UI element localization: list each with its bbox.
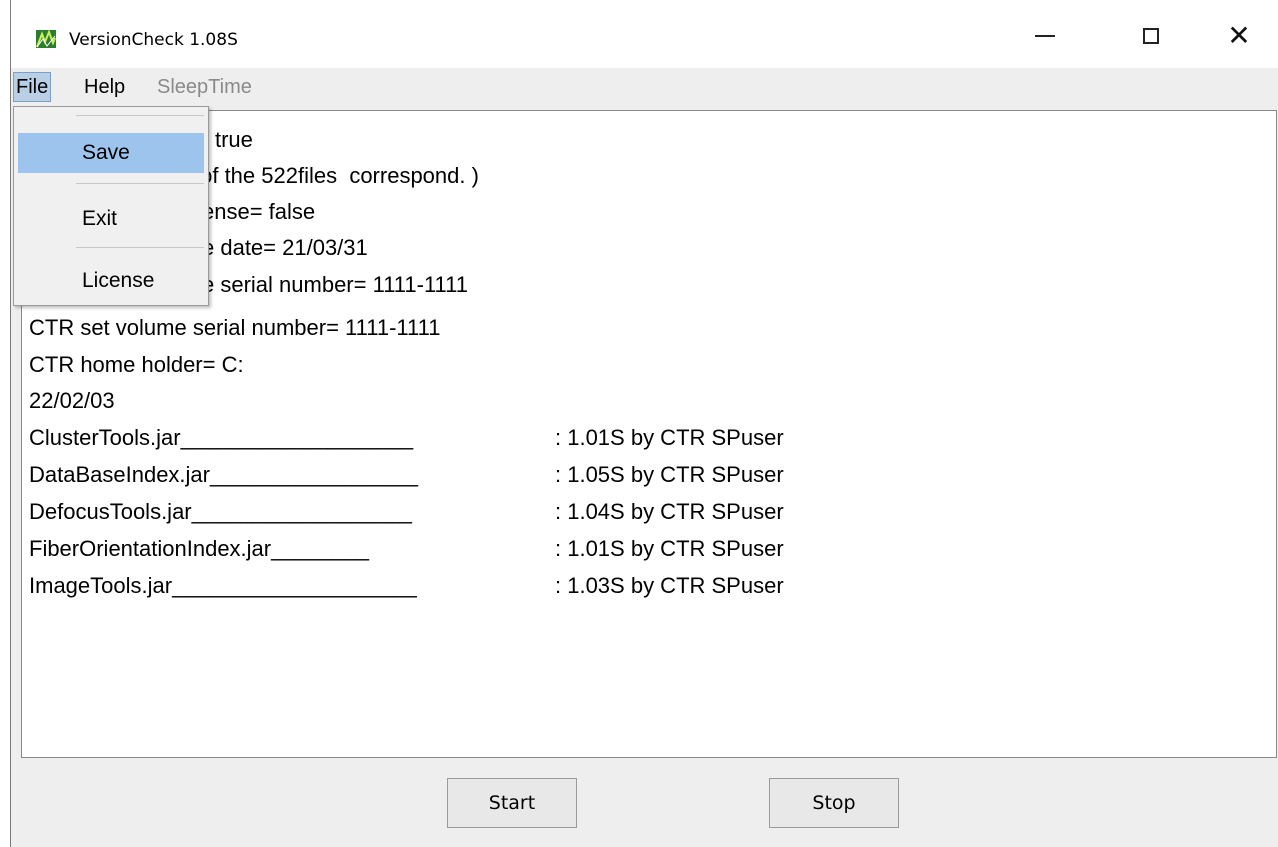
output-line: CTR home holder= C: <box>29 352 244 377</box>
menu-item-exit[interactable]: Exit <box>14 199 208 239</box>
file-menu-dropdown: Save Exit License <box>13 106 209 306</box>
title-bar: VersionCheck 1.08S ✕ <box>11 0 1278 68</box>
output-text-area[interactable]: = true of the 522files correspond. ) ens… <box>21 110 1277 758</box>
jar-name: ImageTools.jar____________________ <box>29 573 417 598</box>
jar-name: ClusterTools.jar___________________ <box>29 425 414 450</box>
output-line: CTR set volume serial number= 1111-1111 <box>29 315 441 340</box>
start-button[interactable]: Start <box>447 778 577 828</box>
jar-version: : 1.01S by CTR SPuser <box>555 425 784 450</box>
menu-separator <box>76 183 204 184</box>
window-title: VersionCheck 1.08S <box>69 30 238 50</box>
menu-separator <box>76 115 204 116</box>
app-icon <box>36 29 56 48</box>
menu-item-license[interactable]: License <box>14 261 208 301</box>
menu-help[interactable]: Help <box>81 72 128 102</box>
menu-bar: File Help SleepTime <box>11 68 1278 106</box>
output-line: 22/02/03 <box>29 388 115 413</box>
menu-separator <box>76 247 204 248</box>
jar-version: : 1.04S by CTR SPuser <box>555 499 784 524</box>
menu-file[interactable]: File <box>13 72 52 102</box>
app-window: VersionCheck 1.08S ✕ File Help SleepTime… <box>10 0 1278 847</box>
stop-button[interactable]: Stop <box>769 778 899 828</box>
jar-name: DataBaseIndex.jar_________________ <box>29 462 418 487</box>
jar-name: DefocusTools.jar__________________ <box>29 499 412 524</box>
menu-sleeptime[interactable]: SleepTime <box>154 72 255 102</box>
minimize-button[interactable] <box>1013 14 1077 58</box>
minimize-icon <box>1035 35 1055 37</box>
output-line: e date= 21/03/31 <box>202 235 368 260</box>
menu-item-save[interactable]: Save <box>18 133 204 173</box>
jar-version: : 1.01S by CTR SPuser <box>555 536 784 561</box>
close-icon: ✕ <box>1227 19 1251 52</box>
output-line: e serial number= 1111-1111 <box>202 272 468 297</box>
jar-name: FiberOrientationIndex.jar________ <box>29 536 370 561</box>
jar-version: : 1.03S by CTR SPuser <box>555 573 784 598</box>
output-line: of the 522files correspond. ) <box>194 163 479 188</box>
maximize-button[interactable] <box>1119 14 1183 58</box>
close-button[interactable]: ✕ <box>1207 14 1271 58</box>
output-line: ense= false <box>202 199 316 224</box>
maximize-icon <box>1143 28 1159 44</box>
jar-version: : 1.05S by CTR SPuser <box>555 462 784 487</box>
